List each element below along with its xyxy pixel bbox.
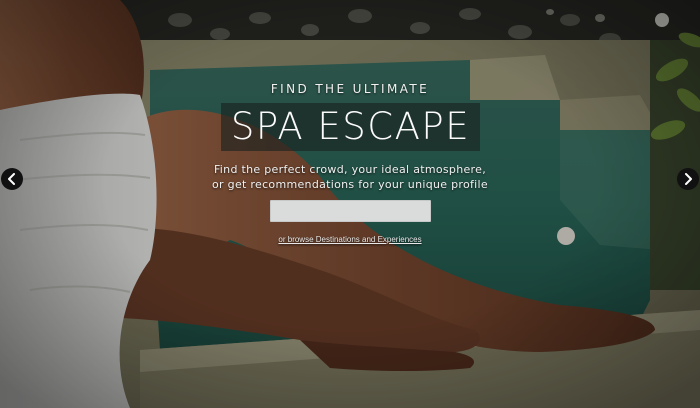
hero-eyebrow: FIND THE ULTIMATE bbox=[270, 82, 430, 96]
hero-subtitle-line-1: Find the perfect crowd, your ideal atmos… bbox=[213, 163, 486, 176]
hero-subtitle-line-2: or get recommendations for your unique p… bbox=[212, 178, 488, 191]
carousel-next-button[interactable] bbox=[677, 168, 699, 190]
carousel-prev-button[interactable] bbox=[1, 168, 23, 190]
hero-banner: FIND THE ULTIMATE SPA ESCAPE Find the pe… bbox=[0, 0, 700, 408]
browse-destinations-link[interactable]: or browse Destinations and Experiences bbox=[0, 235, 700, 244]
hero-title: SPA ESCAPE bbox=[230, 105, 471, 148]
search-input[interactable] bbox=[270, 200, 431, 222]
chevron-left-icon bbox=[8, 173, 15, 185]
chevron-right-icon bbox=[685, 173, 692, 185]
hero-title-box: SPA ESCAPE bbox=[221, 103, 480, 151]
hero-subtitle: Find the perfect crowd, your ideal atmos… bbox=[0, 162, 700, 192]
